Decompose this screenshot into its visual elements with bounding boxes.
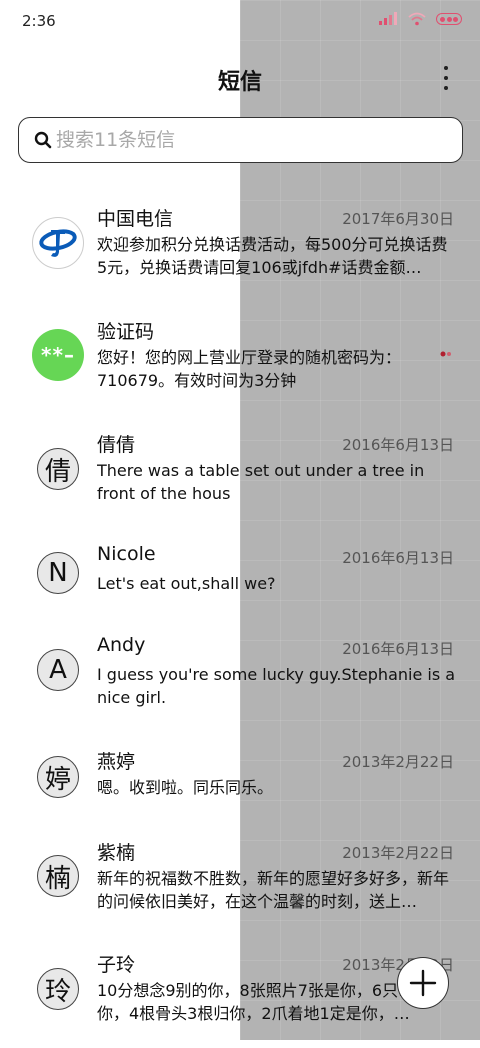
- wifi-icon: [408, 12, 426, 26]
- message-item[interactable]: 倩 倩倩 2016年6月13日 There was a table set ou…: [0, 428, 480, 528]
- china-telecom-logo: [32, 217, 84, 269]
- message-preview: There was a table set out under a tree i…: [97, 461, 425, 503]
- search-icon: [34, 131, 52, 149]
- battery-icon: [436, 13, 462, 25]
- status-bar: 2:36: [0, 0, 480, 44]
- search-bar[interactable]: [18, 117, 463, 163]
- message-date: 2016年6月13日: [342, 549, 454, 567]
- message-sender: 子玲: [97, 954, 136, 976]
- status-icons: [378, 12, 462, 26]
- signal-icon: [379, 12, 397, 25]
- message-preview: 欢迎参加积分兑换话费活动，每500分可兑换话费5元，兑换话费请回复106或jfd…: [97, 235, 448, 277]
- header: 短信: [0, 56, 480, 104]
- message-item[interactable]: A Andy 2016年6月13日 I guess you're some lu…: [0, 632, 480, 732]
- message-sender: 中国电信: [97, 208, 174, 230]
- message-item[interactable]: 婷 燕婷 2013年2月22日 嗯。收到啦。同乐同乐。: [0, 745, 480, 845]
- more-vertical-icon[interactable]: [442, 66, 450, 90]
- avatar: 楠: [37, 855, 79, 897]
- search-input[interactable]: [54, 128, 438, 152]
- message-item[interactable]: **– 验证码 您好！您的网上营业厅登录的随机密码为：710679。有效时间为3…: [0, 315, 480, 415]
- status-time: 2:36: [22, 12, 56, 30]
- message-preview: 新年的祝福数不胜数，新年的愿望好多好多，新年的问候依旧美好，在这个温馨的时刻，送…: [97, 869, 450, 911]
- message-date: 2016年6月13日: [342, 640, 454, 658]
- message-date: 2013年2月22日: [342, 844, 454, 862]
- message-preview: I guess you're some lucky guy.Stephanie …: [97, 665, 456, 707]
- message-item[interactable]: 中国电信 2017年6月30日 欢迎参加积分兑换话费活动，每500分可兑换话费5…: [0, 202, 480, 302]
- message-preview: 您好！您的网上营业厅登录的随机密码为：710679。有效时间为3分钟: [97, 348, 402, 390]
- avatar: 婷: [37, 756, 79, 798]
- message-sender: 燕婷: [97, 751, 136, 773]
- message-date: 2016年6月13日: [342, 436, 454, 454]
- message-sender: 紫楠: [97, 842, 136, 864]
- plus-icon: [409, 969, 437, 997]
- message-sender: 倩倩: [97, 434, 136, 456]
- message-item[interactable]: N Nicole 2016年6月13日 Let's eat out,shall …: [0, 541, 480, 641]
- avatar: 倩: [37, 448, 79, 490]
- new-message-button[interactable]: [397, 957, 449, 1009]
- message-item[interactable]: 楠 紫楠 2013年2月22日 新年的祝福数不胜数，新年的愿望好多好多，新年的问…: [0, 836, 480, 936]
- message-sender: Andy: [97, 634, 146, 656]
- message-preview: Let's eat out,shall we?: [97, 574, 276, 593]
- avatar: **–: [32, 329, 84, 381]
- avatar: 玲: [37, 968, 79, 1010]
- message-date: 2013年2月22日: [342, 753, 454, 771]
- china-telecom-logo-icon: [39, 229, 77, 257]
- message-preview: 嗯。收到啦。同乐同乐。: [97, 778, 274, 797]
- avatar: A: [37, 649, 79, 691]
- message-sender: Nicole: [97, 543, 156, 565]
- message-date: 2017年6月30日: [342, 210, 454, 228]
- message-sender: 验证码: [97, 321, 155, 343]
- page-title: 短信: [217, 70, 262, 95]
- avatar: N: [37, 552, 79, 594]
